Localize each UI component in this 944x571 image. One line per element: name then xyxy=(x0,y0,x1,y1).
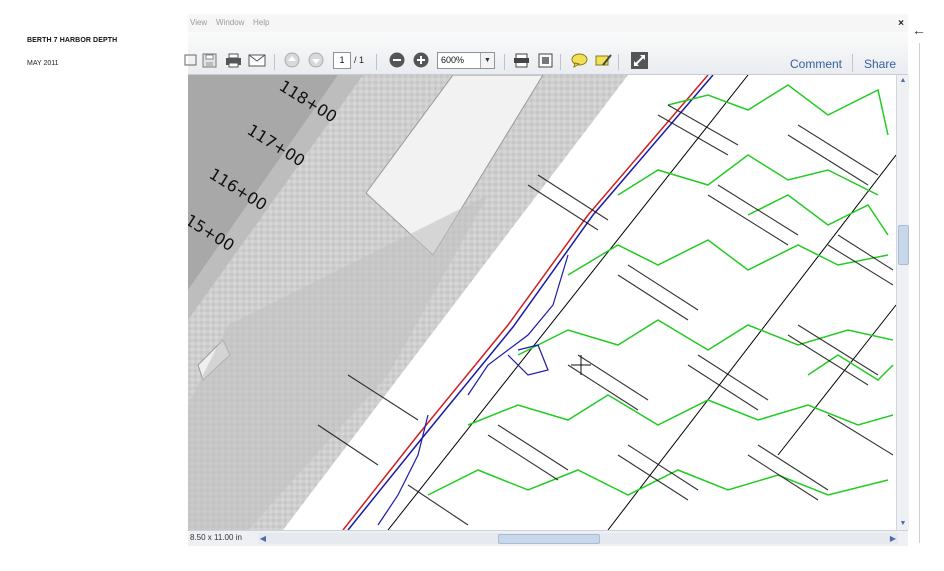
print-icon[interactable] xyxy=(224,51,242,69)
zoom-level-value: 600% xyxy=(441,55,465,65)
scroll-right-icon[interactable]: ▶ xyxy=(888,533,898,544)
fit-page-icon[interactable] xyxy=(512,51,530,69)
menu-view[interactable]: View xyxy=(190,18,207,27)
fit-width-icon[interactable] xyxy=(536,51,554,69)
toolbar-separator xyxy=(504,54,505,70)
toolbar: 1 / 1 600% ▼ Comment Share xyxy=(184,32,908,75)
toolbar-separator xyxy=(560,54,561,70)
horizontal-scroll-thumb[interactable] xyxy=(498,534,600,544)
zoom-in-icon[interactable] xyxy=(412,51,430,69)
page-size-label: 8.50 x 11.00 in xyxy=(190,533,242,542)
vertical-scroll-thumb[interactable] xyxy=(898,225,909,265)
harbor-depth-map: 118+00 117+00 116+00 15+00 xyxy=(188,75,896,530)
vertical-scrollbar[interactable]: ▲ ▼ xyxy=(896,75,909,530)
next-page-icon[interactable] xyxy=(307,51,325,69)
highlight-icon[interactable] xyxy=(594,51,612,69)
page-number-input[interactable]: 1 xyxy=(333,52,351,69)
crosshair-cursor xyxy=(571,355,591,375)
page-total: / 1 xyxy=(354,55,365,65)
document-canvas[interactable]: 118+00 117+00 116+00 15+00 xyxy=(188,75,896,530)
menu-window[interactable]: Window xyxy=(216,18,244,27)
email-icon[interactable] xyxy=(248,51,266,69)
grid-line xyxy=(607,154,896,530)
toolbar-separator xyxy=(618,54,619,70)
window-edge xyxy=(919,43,920,543)
scroll-down-icon[interactable]: ▼ xyxy=(898,519,908,529)
toolbar-separator xyxy=(376,54,377,70)
toolbar-separator xyxy=(852,54,853,72)
expand-icon[interactable] xyxy=(630,51,648,69)
back-arrow-icon[interactable]: ← xyxy=(912,22,926,38)
zoom-level-select[interactable]: 600% ▼ xyxy=(437,52,495,69)
zoom-out-icon[interactable] xyxy=(388,51,406,69)
close-icon[interactable]: × xyxy=(898,18,904,29)
scroll-up-icon[interactable]: ▲ xyxy=(898,76,908,86)
previous-page-icon[interactable] xyxy=(283,51,301,69)
status-bar: 8.50 x 11.00 in ◀ ▶ xyxy=(188,530,908,546)
save-icon[interactable] xyxy=(200,51,218,69)
caption-date: MAY 2011 xyxy=(27,60,59,67)
pdf-viewer-window: View Window Help × 1 / 1 600% ▼ Comment … xyxy=(184,14,909,546)
chevron-down-icon[interactable]: ▼ xyxy=(480,53,494,68)
scroll-left-icon[interactable]: ◀ xyxy=(258,533,268,544)
toolbar-separator xyxy=(274,54,275,70)
create-icon[interactable] xyxy=(182,51,200,69)
caption-title: BERTH 7 HARBOR DEPTH xyxy=(27,37,118,44)
comment-bubble-icon[interactable] xyxy=(570,51,588,69)
comment-button[interactable]: Comment xyxy=(790,57,842,71)
menu-bar: View Window Help × xyxy=(188,14,908,32)
horizontal-scrollbar[interactable]: ◀ ▶ xyxy=(258,533,898,544)
share-button[interactable]: Share xyxy=(864,57,896,71)
menu-help[interactable]: Help xyxy=(253,18,269,27)
